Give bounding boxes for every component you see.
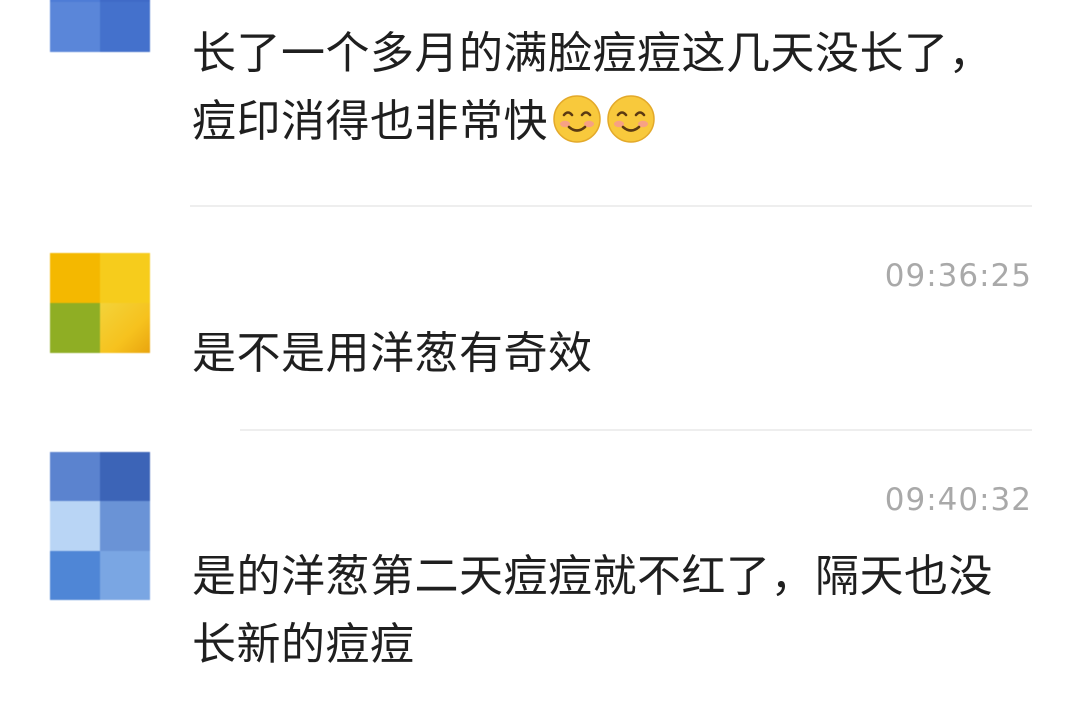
comment-text: 是不是用洋葱有奇效 [192,328,593,379]
avatar[interactable] [50,0,150,52]
divider [240,429,1032,431]
comment-thread: 长了一个多月的满脸痘痘这几天没长了，痘印消得也非常快 09:36:25 是不是用… [0,0,1080,707]
comment-timestamp: 09:36:25 [884,258,1032,294]
smiling-face-icon [552,94,602,144]
avatar[interactable] [50,452,150,600]
avatar[interactable] [50,253,150,353]
divider [190,205,1032,207]
comment-text: 长了一个多月的满脸痘痘这几天没长了，痘印消得也非常快 [192,20,1020,156]
comment-timestamp: 09:40:32 [884,482,1032,518]
comment-text: 是的洋葱第二天痘痘就不红了，隔天也没长新的痘痘 [192,551,993,670]
smiling-face-icon [606,94,656,144]
